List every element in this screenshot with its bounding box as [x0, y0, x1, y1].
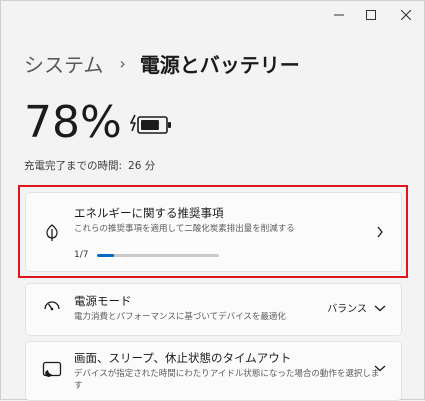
close-button[interactable] — [390, 1, 422, 29]
recommendations-progress-count: 1/7 — [74, 250, 89, 260]
breadcrumb-system-link[interactable]: システム — [24, 49, 103, 78]
breadcrumb: システム › 電源とバッテリー — [24, 47, 300, 79]
maximize-icon — [366, 10, 376, 20]
screen-sleep-timeout-card[interactable]: 画面、スリープ、休止状態のタイムアウト デバイスが指定された時間にわたりアイドル… — [25, 341, 402, 401]
battery-charging-icon — [130, 114, 171, 134]
power-mode-subtitle: 電力消費とパフォーマンスに基づいてデバイスを最適化 — [74, 312, 286, 322]
gauge-icon — [42, 295, 62, 315]
charge-time-value: 26 分 — [128, 160, 156, 172]
breadcrumb-separator: › — [119, 53, 126, 73]
charge-time-text: 充電完了までの時間: 26 分 — [24, 158, 155, 173]
screen-sleep-title: 画面、スリープ、休止状態のタイムアウト — [74, 351, 292, 365]
power-mode-card[interactable]: 電源モード 電力消費とパフォーマンスに基づいてデバイスを最適化 バランス — [25, 283, 402, 336]
chevron-right-icon — [373, 225, 387, 239]
minimize-icon — [334, 14, 344, 16]
energy-recommendations-card[interactable]: エネルギーに関する推奨事項 これらの推奨事項を適用して二酸化炭素排出量を削減する… — [25, 192, 402, 272]
power-mode-dropdown-value[interactable]: バランス — [327, 300, 367, 315]
screen-sleep-icon — [42, 360, 62, 380]
chevron-down-icon[interactable] — [373, 301, 387, 315]
charge-time-label: 充電完了までの時間: — [24, 160, 123, 172]
screen-sleep-subtitle-line2: す — [74, 381, 83, 391]
screen-sleep-subtitle-line1: デバイスが指定された時間にわたりアイドル状態になった場合の動作を選択しま — [74, 369, 380, 379]
minimize-button[interactable] — [323, 1, 355, 29]
settings-window: システム › 電源とバッテリー 78% 充電完了までの時間: 26 分 エネルギー… — [0, 0, 425, 401]
leaf-icon — [42, 223, 62, 243]
power-mode-title: 電源モード — [74, 294, 132, 308]
title-bar — [1, 1, 424, 31]
close-icon — [401, 10, 411, 20]
maximize-button[interactable] — [355, 1, 387, 29]
energy-recommendations-subtitle: これらの推奨事項を適用して二酸化炭素排出量を削減する — [74, 224, 295, 234]
energy-recommendations-title: エネルギーに関する推奨事項 — [74, 206, 224, 220]
recommendations-progress-fill — [97, 254, 115, 257]
chevron-down-icon[interactable] — [373, 361, 387, 375]
page-title: 電源とバッテリー — [139, 52, 300, 77]
recommendations-progress-bar — [97, 254, 219, 257]
battery-percentage: 78% — [24, 97, 122, 148]
